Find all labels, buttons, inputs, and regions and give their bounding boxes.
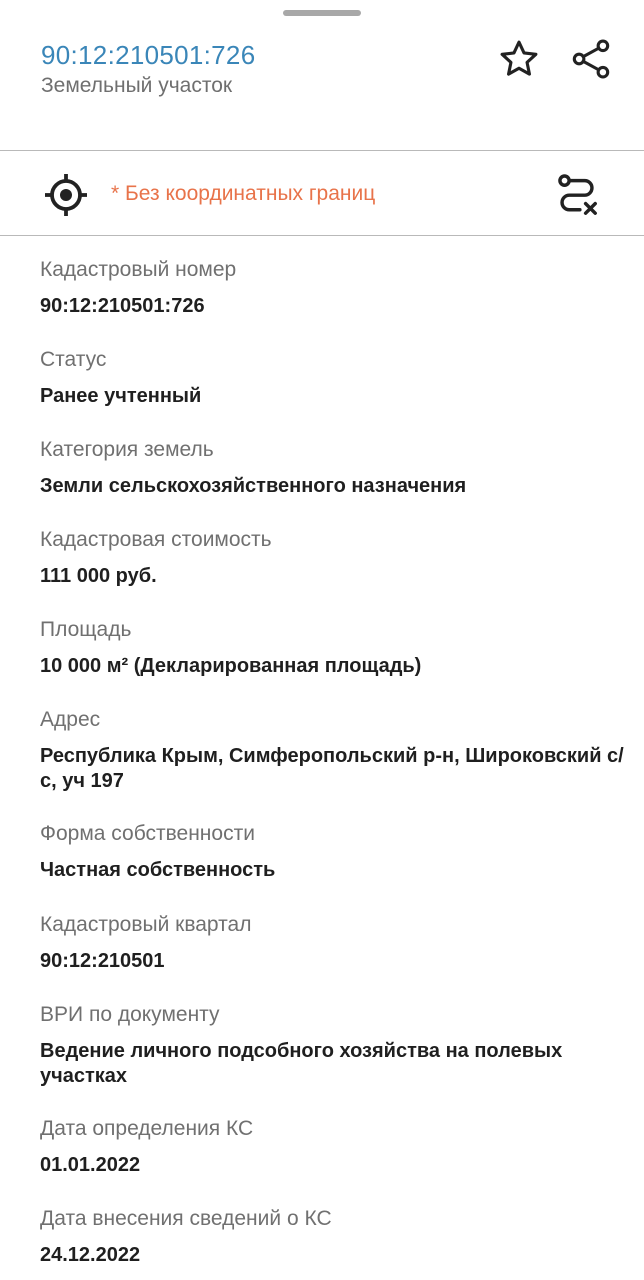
locate-button[interactable]	[40, 169, 92, 221]
field-land-category: Категория земель Земли сельскохозяйствен…	[40, 436, 630, 526]
field-label: Площадь	[40, 618, 132, 641]
field-label: ВРИ по документу	[40, 1003, 220, 1026]
object-header: 90:12:210501:726 Земельный участок	[0, 0, 644, 151]
field-label: Статус	[40, 348, 107, 371]
cadastral-id-title: 90:12:210501:726	[41, 40, 256, 70]
field-value: Частная собственность	[40, 859, 276, 881]
field-value: 10 000 м² (Декларированная площадь)	[40, 655, 422, 677]
field-value: Ранее учтенный	[40, 385, 202, 407]
field-value: Земли сельскохозяйственного назначения	[40, 475, 467, 497]
no-boundaries-warning: * Без координатных границ	[111, 182, 376, 205]
field-address: Адрес Республика Крым, Симферопольский р…	[40, 706, 630, 820]
field-cadastral-quarter: Кадастровый квартал 90:12:210501	[40, 911, 630, 1001]
field-label: Адрес	[40, 708, 101, 731]
star-icon	[500, 40, 538, 76]
field-value: 24.12.2022	[40, 1244, 141, 1266]
divider	[0, 235, 644, 236]
route-cancel-icon	[558, 174, 597, 215]
field-value: Ведение личного подсобного хозяйства на …	[40, 1040, 563, 1087]
field-label: Дата внесения сведений о КС	[40, 1207, 332, 1230]
bottom-sheet: 90:12:210501:726 Земельный участок * Без…	[0, 0, 644, 1280]
field-valuation-date: Дата определения КС 01.01.2022	[40, 1115, 630, 1205]
field-permitted-use: ВРИ по документу Ведение личного подсобн…	[40, 1001, 630, 1115]
field-label: Кадастровый квартал	[40, 913, 252, 936]
field-value: 111 000 руб.	[40, 565, 157, 587]
field-label: Кадастровая стоимость	[40, 528, 272, 551]
field-label: Дата определения КС	[40, 1117, 254, 1140]
field-value: 90:12:210501:726	[40, 295, 205, 317]
field-cadastral-value: Кадастровая стоимость 111 000 руб.	[40, 526, 630, 616]
share-button[interactable]	[566, 34, 616, 84]
share-icon	[572, 39, 610, 79]
field-value: 01.01.2022	[40, 1154, 141, 1176]
field-entry-date: Дата внесения сведений о КС 24.12.2022	[40, 1205, 630, 1275]
favorite-button[interactable]	[494, 34, 544, 84]
field-value: 90:12:210501	[40, 950, 165, 972]
field-cadastral-number: Кадастровый номер 90:12:210501:726	[40, 256, 630, 346]
crosshair-icon	[45, 174, 87, 216]
field-label: Кадастровый номер	[40, 258, 237, 281]
object-type-subtitle: Земельный участок	[41, 74, 233, 97]
details-list: Кадастровый номер 90:12:210501:726 Стату…	[40, 256, 630, 1275]
field-ownership-form: Форма собственности Частная собственност…	[40, 820, 630, 911]
field-value: Республика Крым, Симферопольский р-н, Ши…	[40, 745, 624, 792]
field-status: Статус Ранее учтенный	[40, 346, 630, 436]
field-label: Категория земель	[40, 438, 214, 461]
field-label: Форма собственности	[40, 822, 255, 845]
route-cancel-button[interactable]	[550, 168, 604, 222]
field-area: Площадь 10 000 м² (Декларированная площа…	[40, 616, 630, 706]
